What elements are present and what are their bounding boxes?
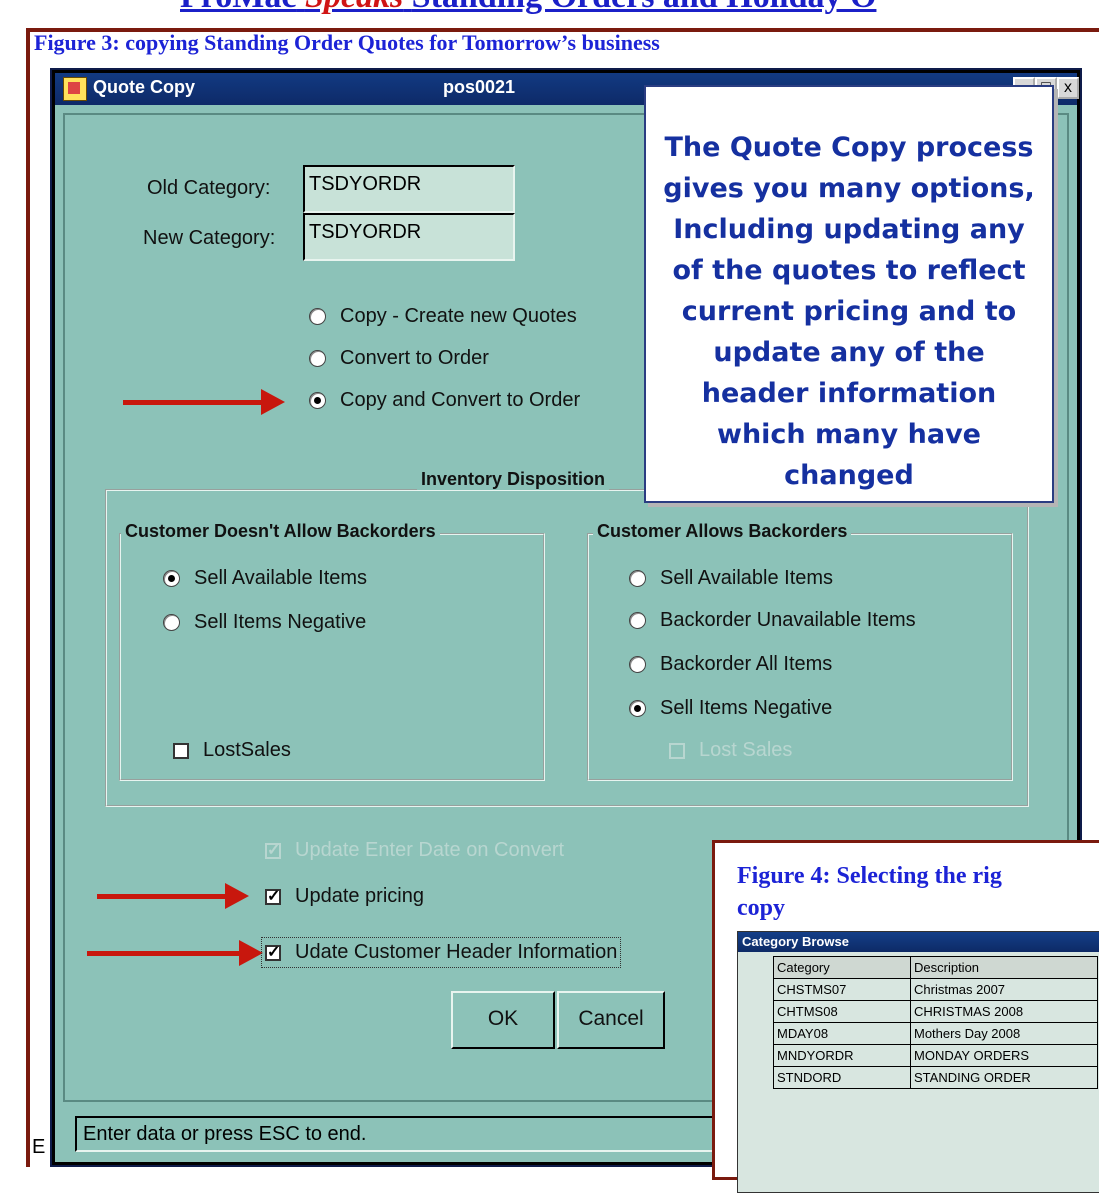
callout-note: The Quote Copy process gives you many op… [644, 85, 1054, 503]
category-cell: CHSTMS07 [773, 978, 911, 1001]
document-title: ProMac Speaks Standing Orders and Holida… [180, 0, 876, 16]
radio-icon [163, 614, 180, 631]
app-icon [63, 77, 87, 101]
radio-label: Copy and Convert to Order [340, 389, 581, 411]
radio-icon [629, 656, 646, 673]
table-row[interactable]: CHSTMS07 Christmas 2007 [773, 978, 1098, 1001]
title-left: ProMac [180, 0, 296, 15]
new-category-label: New Category: [143, 227, 276, 249]
title-mid: Speaks [305, 0, 403, 15]
close-icon[interactable]: x [1057, 77, 1079, 99]
figure4-caption-line2: copy [737, 895, 785, 921]
figure4-panel: Figure 4: Selecting the rig copy Categor… [712, 840, 1099, 1193]
radio-copy-and-convert[interactable]: Copy and Convert to Order [309, 389, 580, 412]
description-cell: Mothers Day 2008 [910, 1022, 1098, 1045]
table-row[interactable]: CHTMS08 CHRISTMAS 2008 [773, 1000, 1098, 1023]
radio-icon [309, 308, 326, 325]
check-icon: ✓ [265, 887, 281, 905]
radio-backorder-all[interactable]: Backorder All Items [629, 653, 832, 676]
radio-label: Sell Items Negative [660, 697, 833, 719]
cancel-button[interactable]: Cancel [557, 991, 665, 1049]
checkbox-lost-sales-disabled: Lost Sales [669, 739, 792, 762]
checkbox-label: Udate Customer Header Information [295, 941, 618, 963]
no-backorder-label: Customer Doesn't Allow Backorders [121, 521, 440, 542]
column-header-category[interactable]: Category [773, 956, 911, 979]
radio-selected-icon [163, 570, 180, 587]
radio-bo-sell-available-items[interactable]: Sell Available Items [629, 567, 833, 590]
radio-copy-create-quotes[interactable]: Copy - Create new Quotes [309, 305, 577, 328]
radio-label: Sell Available Items [194, 567, 368, 589]
checkbox-label: LostSales [203, 739, 291, 761]
category-cell: MNDYORDR [773, 1044, 911, 1067]
radio-convert-to-order[interactable]: Convert to Order [309, 347, 489, 370]
radio-label: Sell Available Items [660, 567, 834, 589]
old-category-field[interactable]: TSDYORDR [303, 165, 515, 213]
ok-button[interactable]: OK [451, 991, 555, 1049]
checkbox-lostsales[interactable]: LostSales [173, 739, 291, 762]
radio-selected-icon [629, 700, 646, 717]
new-category-field[interactable]: TSDYORDR [303, 213, 515, 261]
program-id: pos0021 [443, 77, 516, 97]
status-bar: Enter data or press ESC to end. [75, 1116, 765, 1152]
category-table: Category Description CHSTMS07 Christmas 2… [773, 956, 1098, 1089]
radio-label: Copy - Create new Quotes [340, 305, 577, 327]
radio-bo-sell-items-negative[interactable]: Sell Items Negative [629, 697, 832, 720]
description-cell: MONDAY ORDERS [910, 1044, 1098, 1067]
figure4-caption: Figure 4: Selecting the rig [737, 863, 1002, 889]
radio-sell-available-items[interactable]: Sell Available Items [163, 567, 367, 590]
radio-selected-icon [309, 392, 326, 409]
checkbox-label: Update Enter Date on Convert [295, 839, 565, 861]
check-icon: ✓ [265, 841, 281, 859]
radio-backorder-unavailable[interactable]: Backorder Unavailable Items [629, 609, 916, 632]
checkbox-icon [173, 742, 189, 759]
red-arrow-icon [97, 883, 249, 909]
window-title: Quote Copy [93, 77, 195, 97]
radio-icon [629, 612, 646, 629]
description-cell: STANDING ORDER [910, 1066, 1098, 1089]
category-cell: STNDORD [773, 1066, 911, 1089]
radio-icon [309, 350, 326, 367]
figure3-caption: Figure 3: copying Standing Order Quotes … [34, 30, 660, 55]
radio-label: Convert to Order [340, 347, 489, 369]
radio-label: Sell Items Negative [194, 611, 367, 633]
backorder-label: Customer Allows Backorders [593, 521, 852, 542]
category-cell: MDAY08 [773, 1022, 911, 1045]
table-row[interactable]: MNDYORDR MONDAY ORDERS [773, 1044, 1098, 1067]
description-cell: Christmas 2007 [910, 978, 1098, 1001]
red-arrow-icon [123, 389, 285, 415]
radio-sell-items-negative[interactable]: Sell Items Negative [163, 611, 366, 634]
title-right: Standing Orders and Holiday O [412, 0, 877, 15]
category-browse-title: Category Browse [738, 932, 1099, 952]
description-cell: CHRISTMAS 2008 [910, 1000, 1098, 1023]
column-header-description[interactable]: Description [910, 956, 1098, 979]
checkbox-update-pricing[interactable]: ✓ Update pricing [265, 885, 424, 908]
red-arrow-icon [87, 940, 263, 966]
stray-text: E [32, 1136, 46, 1158]
category-cell: CHTMS08 [773, 1000, 911, 1023]
checkbox-label: Lost Sales [699, 739, 793, 761]
table-header-row: Category Description [773, 956, 1098, 979]
check-icon: ✓ [265, 943, 281, 961]
checkbox-update-header-info[interactable]: ✓ Udate Customer Header Information [260, 937, 622, 968]
checkbox-update-enter-date: ✓ Update Enter Date on Convert [265, 839, 564, 862]
table-row[interactable]: STNDORD STANDING ORDER [773, 1066, 1098, 1089]
checkbox-icon [669, 742, 685, 759]
table-row[interactable]: MDAY08 Mothers Day 2008 [773, 1022, 1098, 1045]
radio-label: Backorder All Items [660, 653, 833, 675]
old-category-label: Old Category: [147, 177, 271, 199]
checkbox-label: Update pricing [295, 885, 424, 907]
inventory-disposition-label: Inventory Disposition [417, 469, 610, 490]
radio-label: Backorder Unavailable Items [660, 609, 916, 631]
radio-icon [629, 570, 646, 587]
